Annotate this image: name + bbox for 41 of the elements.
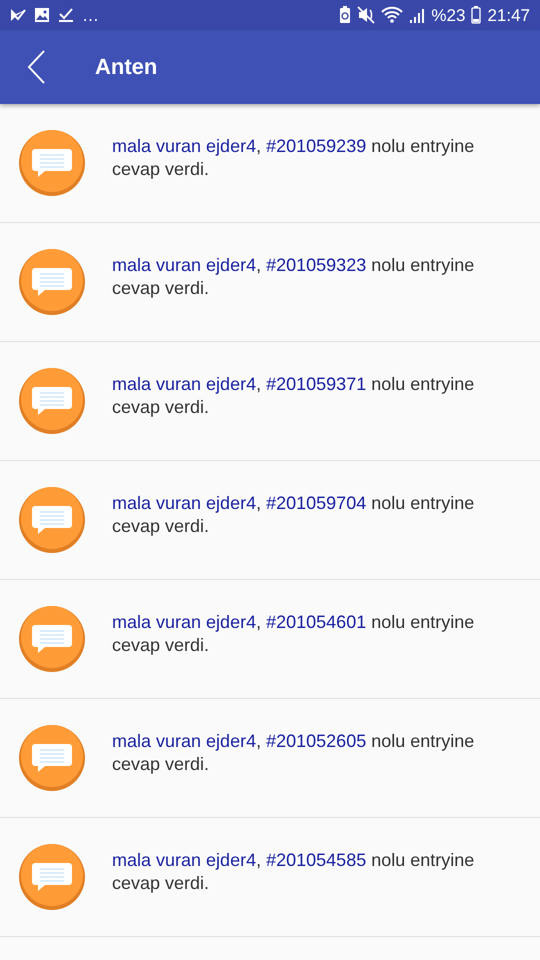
entry-link[interactable]: #201052605: [266, 731, 366, 751]
entry-link[interactable]: #201059239: [266, 136, 366, 156]
comment-bubble-icon: [19, 844, 85, 910]
entry-link[interactable]: #201059704: [266, 493, 366, 513]
signal-icon: [409, 6, 426, 24]
comment-bubble-icon: [19, 249, 85, 315]
battery-percent: %23: [431, 6, 466, 24]
user-link[interactable]: mala vuran ejder4: [112, 493, 256, 513]
screen-title: Anten: [95, 54, 158, 80]
comment-bubble-icon: [19, 606, 85, 672]
user-link[interactable]: mala vuran ejder4: [112, 255, 256, 275]
notification-text: mala vuran ejder4, #201054601 nolu entryine cevap verdi.: [112, 611, 476, 657]
clock: 21:47: [487, 6, 530, 24]
comment-bubble-icon: [19, 130, 85, 196]
comment-bubble-icon: [19, 368, 85, 434]
notification-text: mala vuran ejder4, #201059323 nolu entryine cevap verdi.: [112, 254, 476, 300]
wifi-icon: [381, 6, 404, 24]
battery-saver-icon: [339, 6, 352, 24]
checkmark-icon: [58, 7, 74, 23]
more-notifications-text: …: [82, 6, 99, 24]
image-icon: [34, 7, 50, 23]
user-link[interactable]: mala vuran ejder4: [112, 612, 256, 632]
entry-link[interactable]: #201059371: [266, 374, 366, 394]
notification-text: mala vuran ejder4, #201059239 nolu entryine cevap verdi.: [112, 135, 476, 181]
user-link[interactable]: mala vuran ejder4: [112, 136, 256, 156]
entry-link[interactable]: #201054585: [266, 850, 366, 870]
user-link[interactable]: mala vuran ejder4: [112, 374, 256, 394]
user-link[interactable]: mala vuran ejder4: [112, 850, 256, 870]
notification-text: mala vuran ejder4, #201059371 nolu entryine cevap verdi.: [112, 373, 476, 419]
notification-text: mala vuran ejder4, #201059704 nolu entryine cevap verdi.: [112, 492, 476, 538]
back-button[interactable]: [26, 49, 46, 85]
comment-bubble-icon: [19, 487, 85, 553]
app-notification-icon: [10, 7, 26, 23]
entry-link[interactable]: #201059323: [266, 255, 366, 275]
mute-icon: [357, 6, 376, 24]
battery-icon: [471, 6, 482, 24]
notification-text: mala vuran ejder4, #201052605 nolu entryine cevap verdi.: [112, 730, 476, 776]
user-link[interactable]: mala vuran ejder4: [112, 731, 256, 751]
comment-bubble-icon: [19, 725, 85, 791]
entry-link[interactable]: #201054601: [266, 612, 366, 632]
notification-text: mala vuran ejder4, #201054585 nolu entryine cevap verdi.: [112, 849, 476, 895]
